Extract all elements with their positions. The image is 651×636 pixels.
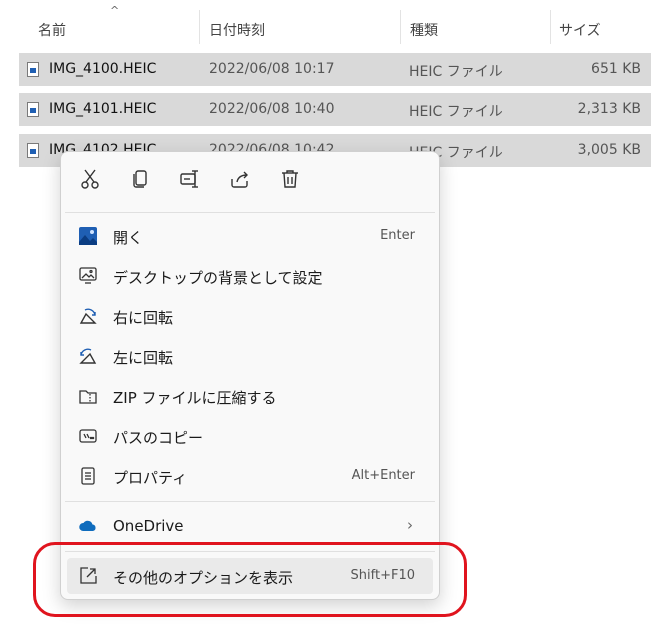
- menu-item-label: デスクトップの背景として設定: [113, 269, 323, 287]
- share-icon: [231, 171, 248, 188]
- heic-file-icon: [27, 102, 39, 117]
- cut-icon: [81, 169, 99, 189]
- menu-item-show-more-options[interactable]: その他のオプションを表示 Shift+F10: [67, 558, 433, 594]
- share-button[interactable]: [220, 166, 260, 198]
- file-size: 2,313 KB: [577, 101, 641, 117]
- file-row[interactable]: IMG_4100.HEIC 2022/06/08 10:17 HEIC ファイル…: [19, 53, 651, 86]
- menu-item-open[interactable]: 開く Enter: [67, 218, 433, 254]
- menu-item-properties[interactable]: プロパティ Alt+Enter: [67, 458, 433, 494]
- properties-icon: [81, 467, 95, 485]
- menu-separator: [65, 501, 435, 502]
- column-name[interactable]: 名前: [38, 20, 66, 40]
- rotate-right-icon: [79, 308, 97, 324]
- file-date: 2022/06/08 10:40: [209, 101, 335, 117]
- menu-item-label: プロパティ: [113, 469, 188, 487]
- menu-item-label: 右に回転: [113, 309, 174, 327]
- menu-item-rotate-left[interactable]: 左に回転: [67, 338, 433, 374]
- rename-icon: [180, 170, 198, 188]
- column-divider[interactable]: [199, 10, 200, 44]
- heic-file-icon: [27, 62, 39, 77]
- file-size: 3,005 KB: [577, 142, 641, 158]
- delete-button[interactable]: [270, 166, 310, 198]
- menu-item-label: OneDrive: [113, 517, 184, 535]
- file-size: 651 KB: [591, 61, 641, 77]
- file-type: HEIC ファイル: [409, 64, 503, 80]
- menu-item-label: 開く: [113, 229, 144, 247]
- column-type[interactable]: 種類: [410, 20, 438, 40]
- column-size[interactable]: サイズ: [559, 20, 601, 40]
- menu-item-label: その他のオプションを表示: [113, 569, 294, 587]
- file-name: IMG_4100.HEIC: [49, 61, 157, 77]
- menu-item-copy-path[interactable]: パスのコピー: [67, 418, 433, 454]
- column-header: ^ 名前 日付時刻 種類 サイズ: [0, 0, 651, 46]
- copy-path-icon: [79, 429, 97, 443]
- cut-button[interactable]: [70, 166, 110, 198]
- copy-icon: [133, 170, 147, 188]
- menu-item-label: ZIP ファイルに圧縮する: [113, 389, 277, 407]
- file-row[interactable]: IMG_4101.HEIC 2022/06/08 10:40 HEIC ファイル…: [19, 93, 651, 126]
- file-type: HEIC ファイル: [409, 104, 503, 120]
- menu-separator: [65, 551, 435, 552]
- context-menu: 開く Enter デスクトップの背景として設定 右に回転 左に回転 ZIP ファ…: [60, 151, 440, 600]
- menu-item-label: パスのコピー: [113, 429, 204, 447]
- chevron-right-icon: ›: [407, 516, 413, 534]
- onedrive-icon: [79, 520, 96, 531]
- menu-item-shortcut: Alt+Enter: [351, 468, 415, 483]
- menu-separator: [65, 212, 435, 213]
- rename-button[interactable]: [170, 166, 210, 198]
- column-divider[interactable]: [550, 10, 551, 44]
- copy-button[interactable]: [120, 166, 160, 198]
- desktop-background-icon: [79, 267, 97, 284]
- menu-item-onedrive[interactable]: OneDrive ›: [67, 508, 433, 544]
- zip-icon: [79, 390, 97, 404]
- delete-icon: [282, 170, 298, 188]
- file-name: IMG_4101.HEIC: [49, 101, 157, 117]
- menu-item-shortcut: Shift+F10: [350, 568, 415, 583]
- image-icon: [79, 227, 97, 245]
- more-options-icon: [80, 567, 97, 584]
- menu-item-rotate-right[interactable]: 右に回転: [67, 298, 433, 334]
- menu-item-shortcut: Enter: [380, 228, 415, 243]
- menu-item-set-background[interactable]: デスクトップの背景として設定: [67, 258, 433, 294]
- menu-item-label: 左に回転: [113, 349, 174, 367]
- column-divider[interactable]: [400, 10, 401, 44]
- column-date[interactable]: 日付時刻: [209, 20, 265, 40]
- file-date: 2022/06/08 10:17: [209, 61, 335, 77]
- menu-item-compress-zip[interactable]: ZIP ファイルに圧縮する: [67, 378, 433, 414]
- sort-ascending-icon: ^: [110, 4, 120, 17]
- rotate-left-icon: [79, 348, 97, 364]
- heic-file-icon: [27, 143, 39, 158]
